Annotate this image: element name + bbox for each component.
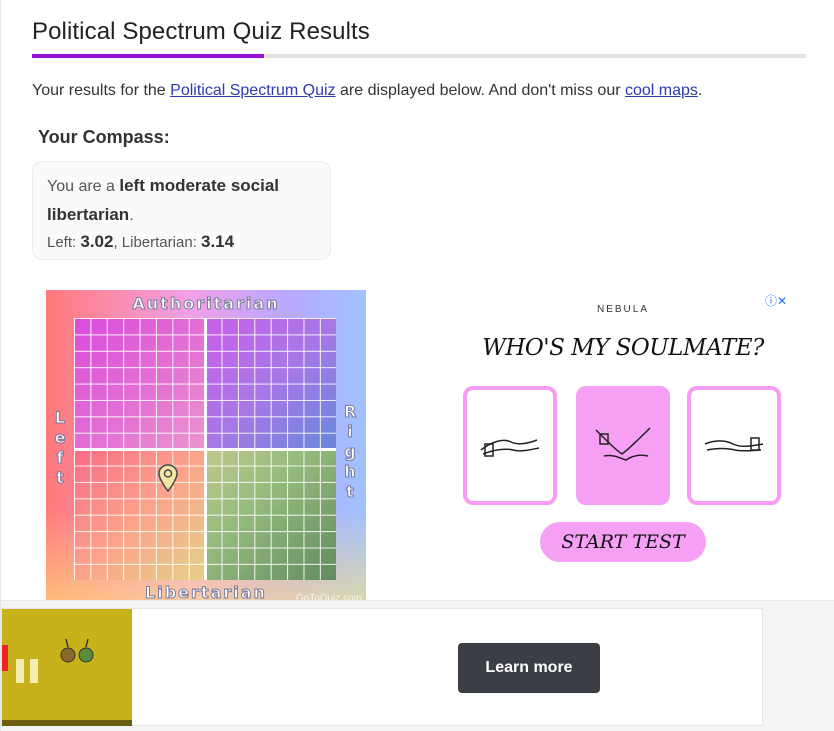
hands-illustration-icon bbox=[595, 427, 651, 461]
compass-label-authoritarian: Authoritarian bbox=[132, 294, 280, 314]
pause-icon[interactable] bbox=[16, 659, 24, 683]
compass-heading: Your Compass: bbox=[38, 127, 170, 147]
compass-horizontal-axis bbox=[74, 448, 336, 451]
libertarian-score-label: , Libertarian: bbox=[113, 234, 201, 251]
result-scores: Left: 3.02, Libertarian: 3.14 bbox=[47, 232, 316, 252]
intro-suffix: . bbox=[697, 82, 703, 99]
cool-maps-link[interactable]: cool maps bbox=[625, 82, 698, 99]
left-score-value: 3.02 bbox=[80, 232, 114, 251]
ad-card-right bbox=[687, 386, 781, 505]
intro-prefix: Your results for the bbox=[32, 82, 171, 99]
thumbnail-red-mark bbox=[2, 645, 8, 671]
plant-illustration-icon bbox=[60, 638, 94, 663]
result-suffix: . bbox=[129, 207, 134, 224]
title-underline-accent bbox=[32, 54, 264, 58]
ad-card-left bbox=[463, 386, 557, 505]
compass-label-right: Right bbox=[344, 402, 359, 502]
learn-more-button[interactable]: Learn more bbox=[458, 643, 600, 693]
advertisement-nebula[interactable]: ⓘ✕ NEBULA WHO'S MY SOULMATE? START TEST bbox=[455, 289, 791, 569]
page-title: Political Spectrum Quiz Results bbox=[32, 18, 370, 45]
political-compass-image: Authoritarian Libertarian Left Right GoT… bbox=[46, 290, 366, 602]
bottom-advertisement[interactable]: Learn more bbox=[1, 608, 763, 726]
intro-text: Your results for the Political Spectrum … bbox=[32, 82, 702, 100]
hands-illustration-icon bbox=[480, 439, 540, 457]
location-pin-icon bbox=[158, 464, 178, 492]
result-box: You are a left moderate social libertari… bbox=[32, 161, 331, 260]
pause-icon-bar bbox=[30, 659, 38, 683]
start-test-button[interactable]: START TEST bbox=[540, 522, 706, 562]
quiz-link[interactable]: Political Spectrum Quiz bbox=[170, 82, 335, 99]
ad-video-thumbnail[interactable] bbox=[2, 609, 132, 726]
result-prefix: You are a bbox=[47, 178, 120, 195]
left-score-label: Left: bbox=[47, 234, 81, 251]
page: Political Spectrum Quiz Results Your res… bbox=[0, 0, 834, 731]
ad-card-middle bbox=[576, 386, 670, 505]
ad-brand: NEBULA bbox=[596, 304, 649, 315]
title-underline bbox=[32, 54, 806, 58]
compass-label-left: Left bbox=[54, 408, 68, 488]
libertarian-score-value: 3.14 bbox=[201, 232, 235, 251]
intro-middle: are displayed below. And don't miss our bbox=[335, 82, 625, 99]
result-summary: You are a left moderate social libertari… bbox=[47, 172, 316, 230]
ad-headline: WHO'S MY SOULMATE? bbox=[482, 335, 764, 361]
video-progress-bar bbox=[2, 720, 132, 726]
hands-illustration-icon bbox=[704, 437, 764, 452]
